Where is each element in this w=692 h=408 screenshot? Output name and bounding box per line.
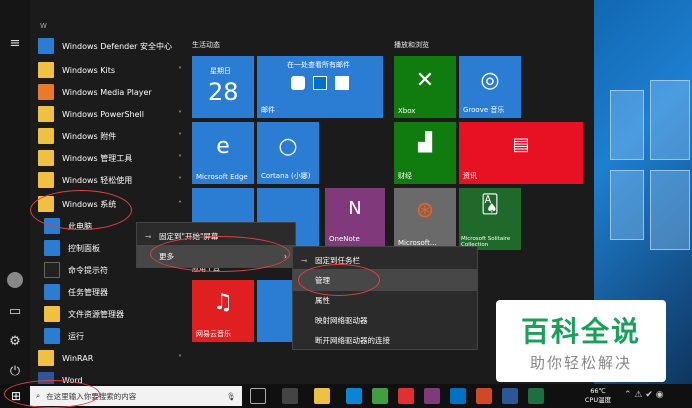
menu-disconnect-network-drive[interactable]: 断开网络驱动器的连接 bbox=[293, 329, 477, 351]
tile-solitaire[interactable]: 🂡 Microsoft Solitaire Collection bbox=[459, 188, 521, 250]
app-windows-kits[interactable]: Windows Kits ˅ bbox=[38, 60, 188, 80]
pin-icon: ⊸ bbox=[301, 255, 308, 265]
control-panel-icon bbox=[44, 240, 60, 256]
tile-calendar[interactable]: 星期日 28 bbox=[192, 56, 254, 118]
excel-taskbar-icon[interactable] bbox=[528, 388, 544, 404]
edge-taskbar-icon[interactable] bbox=[346, 388, 362, 404]
outlook-icon bbox=[313, 76, 327, 90]
chart-icon: ▟ bbox=[418, 132, 432, 153]
avatar[interactable] bbox=[7, 272, 23, 288]
onenote-icon: N bbox=[348, 198, 362, 219]
word-taskbar-icon[interactable] bbox=[502, 388, 518, 404]
start-left-rail: ≡ ▭ ⚙ ⏻ bbox=[0, 0, 30, 384]
folder-icon bbox=[38, 62, 54, 78]
shield-icon bbox=[38, 38, 54, 54]
app-windows-defender[interactable]: Windows Defender 安全中心 bbox=[38, 36, 188, 56]
tile-xbox[interactable]: ✕ Xbox bbox=[394, 56, 456, 118]
folder-icon bbox=[38, 128, 54, 144]
folder-icon bbox=[38, 350, 54, 366]
folder-icon bbox=[38, 172, 54, 188]
folder-icon bbox=[44, 306, 60, 322]
envelope-icon bbox=[335, 76, 349, 90]
task-view-icon[interactable] bbox=[250, 388, 266, 404]
settings-icon[interactable]: ⚙ bbox=[7, 334, 23, 350]
tile-mail[interactable]: 在一处查看所有邮件 邮件 bbox=[257, 56, 383, 118]
news-icon: ▤ bbox=[512, 134, 530, 155]
highlight-more bbox=[150, 236, 290, 272]
tile-cortana[interactable]: ○ Cortana (小娜) bbox=[257, 122, 319, 184]
hamburger-icon[interactable]: ≡ bbox=[7, 36, 23, 52]
watermark-logo: 百科全说 助你轻松解决 bbox=[496, 300, 666, 382]
folder-icon bbox=[38, 106, 54, 122]
tile-microsoft-movies[interactable]: ⊛ Microsoft... bbox=[394, 188, 456, 250]
app-red-taskbar-icon[interactable] bbox=[398, 388, 414, 404]
documents-icon[interactable]: ▭ bbox=[7, 304, 23, 320]
tile-news[interactable]: ▤ 资讯 bbox=[459, 122, 583, 184]
tile-onenote[interactable]: N OneNote bbox=[325, 188, 385, 246]
app-green-taskbar-icon[interactable] bbox=[372, 388, 388, 404]
app-file-explorer[interactable]: 文件资源管理器 bbox=[44, 304, 194, 324]
task-manager-icon bbox=[44, 284, 60, 300]
app-windows-accessories[interactable]: Windows 附件 ˅ bbox=[38, 126, 188, 146]
google-icon bbox=[291, 76, 305, 90]
windows-logo-wallpaper bbox=[600, 70, 690, 300]
cpu-temp[interactable]: 66℃ CPU温度 bbox=[578, 387, 618, 405]
app-task-manager[interactable]: 任务管理器 bbox=[44, 282, 194, 302]
edge-icon: e bbox=[216, 134, 230, 159]
group-life: 生活动态 bbox=[192, 41, 220, 49]
screen: ≡ ▭ ⚙ ⏻ W Windows Defender 安全中心 Windows … bbox=[0, 0, 692, 408]
film-icon: ⊛ bbox=[415, 198, 435, 223]
xbox-icon: ✕ bbox=[415, 68, 435, 93]
app-windows-media-player[interactable]: Windows Media Player bbox=[38, 82, 188, 102]
media-player-icon bbox=[38, 84, 54, 100]
groove-icon: ◎ bbox=[480, 68, 500, 93]
app-windows-powershell[interactable]: Windows PowerShell ˅ bbox=[38, 104, 188, 124]
tile-netease-music[interactable]: ♫ 网易云音乐 bbox=[192, 280, 254, 342]
terminal-icon bbox=[44, 262, 60, 278]
microphone-icon[interactable]: 🎙 bbox=[226, 392, 236, 401]
tile-groove[interactable]: ◎ Groove 音乐 bbox=[459, 56, 521, 118]
run-icon bbox=[44, 328, 60, 344]
highlight-start bbox=[4, 380, 100, 408]
app-list-letter[interactable]: W bbox=[40, 22, 47, 30]
powerpoint-taskbar-icon[interactable] bbox=[476, 388, 492, 404]
file-explorer-taskbar-icon[interactable] bbox=[314, 388, 330, 404]
app-run[interactable]: 运行 bbox=[44, 326, 194, 346]
power-icon[interactable]: ⏻ bbox=[7, 364, 23, 380]
app-windows-admin-tools[interactable]: Windows 管理工具 ˅ bbox=[38, 148, 188, 168]
group-play: 播放和浏览 bbox=[394, 41, 429, 49]
app-winrar[interactable]: WinRAR ˅ bbox=[38, 348, 188, 368]
tile-money[interactable]: ▟ 财经 bbox=[394, 122, 456, 184]
taskbar-app-1-icon[interactable] bbox=[282, 388, 298, 404]
menu-map-network-drive[interactable]: 映射网络驱动器 bbox=[293, 309, 477, 331]
highlight-windows-system bbox=[30, 190, 132, 230]
onenote-taskbar-icon[interactable] bbox=[424, 388, 440, 404]
context-menu-more: ⊸ 固定到任务栏 管理 属性 映射网络驱动器 断开网络驱动器的连接 bbox=[292, 246, 478, 350]
folder-icon bbox=[38, 150, 54, 166]
outlook-taskbar-icon[interactable] bbox=[450, 388, 466, 404]
tray-icons[interactable]: ⌃ ⚠ ✔ ◉ bbox=[624, 390, 664, 400]
app-windows-ease-of-access[interactable]: Windows 轻松使用 ˅ bbox=[38, 170, 188, 190]
music-icon: ♫ bbox=[213, 290, 233, 315]
tile-edge[interactable]: e Microsoft Edge bbox=[192, 122, 254, 184]
highlight-manage bbox=[298, 264, 380, 296]
pin-icon: ⊸ bbox=[145, 231, 152, 241]
cards-icon: 🂡 bbox=[480, 194, 500, 215]
cortana-icon: ○ bbox=[278, 134, 298, 159]
